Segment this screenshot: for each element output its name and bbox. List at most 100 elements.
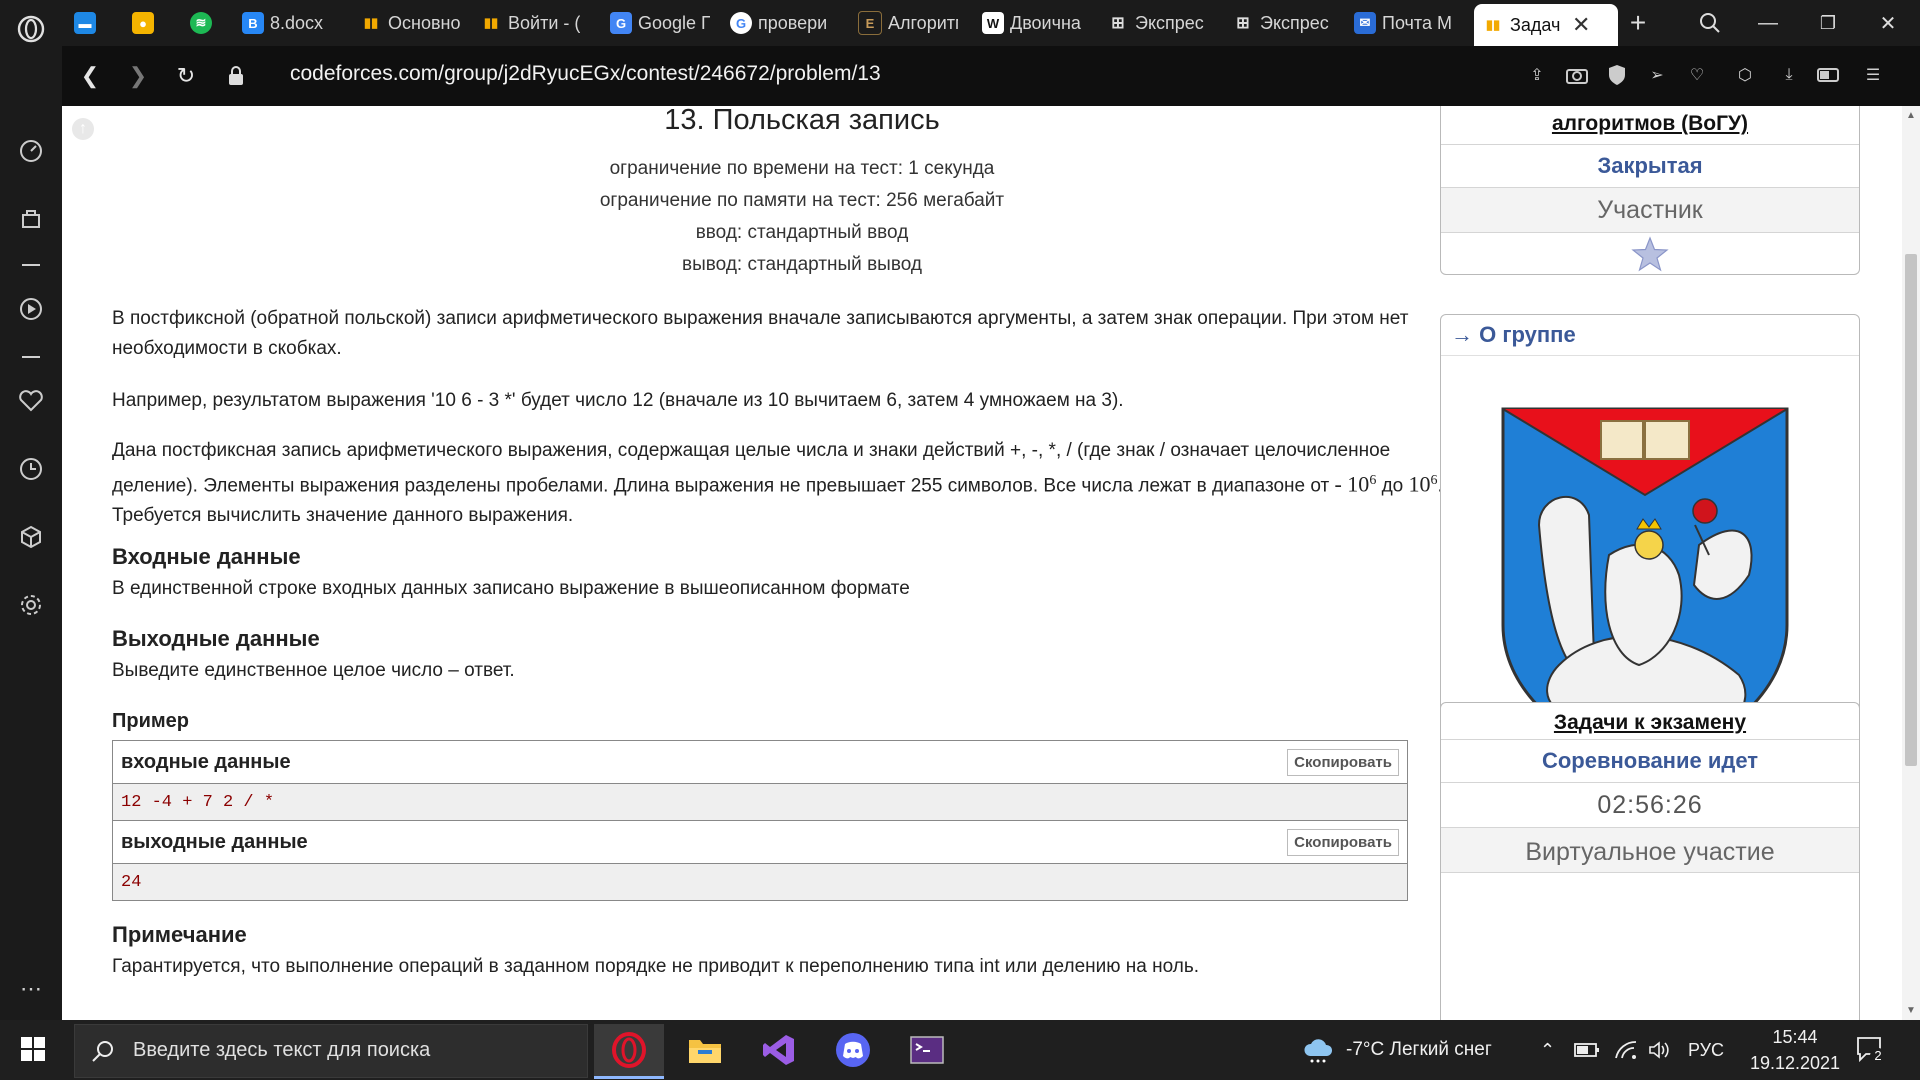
- tab-google-search[interactable]: G провери: [730, 4, 830, 42]
- input-language[interactable]: РУС: [1688, 1020, 1724, 1080]
- file-explorer-icon[interactable]: [670, 1024, 740, 1076]
- scrollbar-thumb[interactable]: [1905, 254, 1917, 766]
- memory-limit: ограничение по памяти на тест: 256 мегаб…: [599, 190, 1005, 211]
- terminal-icon[interactable]: [892, 1024, 962, 1076]
- scroll-up-icon[interactable]: ↑: [72, 118, 94, 140]
- workspace-icon[interactable]: [12, 200, 50, 238]
- extensions-cube-icon[interactable]: [12, 518, 50, 556]
- tab-label: 8.docx: [270, 12, 324, 33]
- windows-taskbar: Введите здесь текст для поиска -7°C Легк…: [0, 1020, 1920, 1080]
- tab-mail[interactable]: ✉ Почта М: [1354, 4, 1454, 42]
- back-arrow-icon[interactable]: ❮: [72, 58, 108, 94]
- scroll-down-arrow-icon[interactable]: ▼: [1906, 1005, 1916, 1016]
- new-tab-plus-icon[interactable]: +: [1618, 6, 1658, 40]
- statement-paragraph-3: Дана постфиксная запись арифметического …: [112, 436, 1472, 531]
- virtual-participation-link[interactable]: Виртуальное участие: [1441, 828, 1859, 873]
- tab-express-1[interactable]: ⊞ Экспрес: [1107, 4, 1207, 42]
- discord-icon[interactable]: [818, 1024, 888, 1076]
- tab-search-icon[interactable]: [1690, 6, 1730, 40]
- clock[interactable]: 15:44 19.12.2021: [1740, 1024, 1850, 1076]
- contest-timer: 02:56:26: [1441, 783, 1859, 828]
- tab-messenger[interactable]: ▬: [74, 4, 110, 42]
- tab-login[interactable]: ▮▮ Войти - (: [480, 4, 580, 42]
- player-icon[interactable]: [12, 290, 50, 328]
- restore-window-icon[interactable]: ❐: [1808, 6, 1848, 40]
- settings-gear-icon[interactable]: [12, 586, 50, 624]
- tab-wikipedia[interactable]: W Двоична: [982, 4, 1086, 42]
- share-icon[interactable]: ⇪: [1522, 60, 1552, 90]
- lock-icon: [218, 58, 254, 94]
- favorite-star-icon[interactable]: [1441, 233, 1859, 274]
- contest-name-link[interactable]: Задачи к экзамену: [1441, 703, 1859, 740]
- note-text: Гарантируется, что выполнение операций в…: [112, 956, 1200, 977]
- shield-icon[interactable]: [1602, 60, 1632, 90]
- tab-express-2[interactable]: ⊞ Экспрес: [1232, 4, 1332, 42]
- tab-active-tasks[interactable]: ▮▮ Задач ✕: [1474, 4, 1618, 46]
- tab-label: Двоична: [1010, 12, 1081, 33]
- tab-algorithms[interactable]: E Алгоритм: [858, 4, 958, 42]
- tab-label: Экспрес: [1135, 12, 1204, 33]
- battery-icon[interactable]: [1574, 1020, 1600, 1080]
- download-icon[interactable]: ⤓: [1774, 60, 1804, 90]
- wifi-icon[interactable]: [1614, 1020, 1638, 1080]
- statement-paragraph-2: Например, результатом выражения '10 6 - …: [112, 390, 1124, 411]
- sample-input-value: 12 -4 + 7 2 / *: [113, 784, 1407, 821]
- visual-studio-icon[interactable]: [744, 1024, 814, 1076]
- tab-osnovno[interactable]: ▮▮ Основно: [360, 4, 464, 42]
- input-file: ввод: стандартный ввод: [695, 222, 909, 243]
- speed-dial-icon[interactable]: [12, 132, 50, 170]
- search-icon: [91, 1039, 115, 1068]
- opera-logo-icon[interactable]: [12, 10, 50, 48]
- address-bar: ❮ ❯ ↻ codeforces.com/group/j2dRyucEGx/co…: [62, 46, 1920, 106]
- url-field[interactable]: codeforces.com/group/j2dRyucEGx/contest/…: [290, 62, 881, 86]
- scroll-up-arrow-icon[interactable]: ▲: [1906, 110, 1916, 121]
- copy-input-button[interactable]: Скопировать: [1287, 748, 1399, 776]
- windows-start-icon[interactable]: [20, 1036, 46, 1067]
- group-role: Участник: [1441, 188, 1859, 233]
- reload-icon[interactable]: ↻: [168, 58, 204, 94]
- chart-icon: ▮▮: [1485, 17, 1501, 32]
- input-description: В единственной строке входных данных зап…: [112, 578, 910, 599]
- tab-label: Задач: [1510, 14, 1561, 35]
- vk-icon: B: [242, 12, 264, 34]
- snapshot-camera-icon[interactable]: [1562, 60, 1592, 90]
- tab-label: Войти - (: [508, 12, 580, 33]
- grid-icon: ⊞: [1111, 15, 1125, 32]
- bookmark-heart-icon[interactable]: ♡: [1682, 60, 1712, 90]
- battery-saver-icon[interactable]: [1814, 60, 1844, 90]
- show-hidden-icons-chevron-icon[interactable]: ⌃: [1540, 1020, 1555, 1080]
- page-scrollbar[interactable]: ▲ ▼: [1902, 106, 1920, 1020]
- about-group-link[interactable]: → О группе: [1441, 315, 1859, 356]
- tab-spotify[interactable]: ≋: [190, 4, 226, 42]
- notification-center-icon[interactable]: 2: [1856, 1036, 1886, 1069]
- tab-google-translate[interactable]: G Google П: [610, 4, 710, 42]
- weather-snow-icon[interactable]: [1302, 1036, 1334, 1069]
- group-name-link[interactable]: алгоритмов (ВоГУ): [1441, 106, 1859, 145]
- close-tab-icon[interactable]: ✕: [1572, 12, 1590, 38]
- tab-docx[interactable]: B 8.docx: [242, 4, 346, 42]
- more-options-icon[interactable]: ⋯: [12, 970, 50, 1008]
- tab-label: провери: [758, 12, 828, 33]
- range-from: - 10: [1334, 471, 1370, 497]
- minimize-window-icon[interactable]: —: [1748, 6, 1788, 40]
- contest-box: Задачи к экзамену Соревнование идет 02:5…: [1440, 702, 1860, 1020]
- history-icon[interactable]: [12, 450, 50, 488]
- statement-text: Дана постфиксная запись арифметического …: [112, 440, 1391, 497]
- chart-icon: ▮▮: [483, 15, 499, 30]
- volume-icon[interactable]: [1648, 1020, 1672, 1080]
- extensions-icon[interactable]: ⬡: [1730, 60, 1760, 90]
- heart-icon[interactable]: [12, 382, 50, 420]
- send-icon[interactable]: ➢: [1642, 60, 1672, 90]
- copy-output-button[interactable]: Скопировать: [1287, 828, 1399, 856]
- weather-text[interactable]: -7°C Легкий снег: [1346, 1020, 1492, 1080]
- easy-setup-icon[interactable]: ☰: [1858, 60, 1888, 90]
- forward-arrow-icon[interactable]: ❯: [120, 58, 156, 94]
- note-icon: ●: [132, 12, 154, 34]
- opera-taskbar-icon[interactable]: [594, 1024, 664, 1079]
- taskbar-search-box[interactable]: Введите здесь текст для поиска: [74, 1024, 588, 1078]
- output-heading: Выходные данные: [112, 626, 320, 651]
- tab-note[interactable]: ●: [132, 4, 168, 42]
- close-window-icon[interactable]: ✕: [1868, 6, 1908, 40]
- range-to-exponent: 6: [1430, 473, 1438, 488]
- sample-test: входные данные Скопировать 12 -4 + 7 2 /…: [112, 740, 1408, 901]
